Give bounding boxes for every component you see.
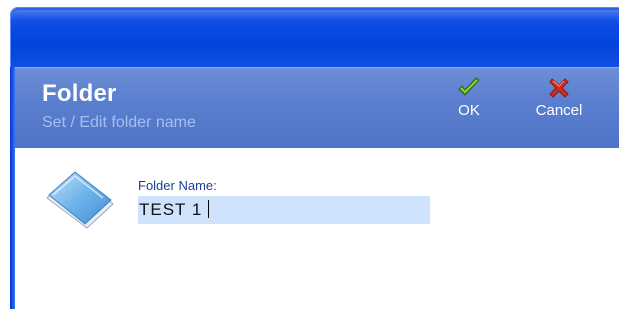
checkmark-icon [458,77,480,96]
dialog-content: Folder Name: TEST 1 [15,148,619,309]
dialog-title: Folder [42,80,117,107]
red-x-icon [549,78,569,98]
ok-button-label: OK [458,102,480,119]
folder-name-value: TEST 1 [139,200,203,219]
dialog-header: Folder Set / Edit folder name OK Cancel [15,67,619,149]
titlebar-highlight [10,10,619,20]
text-caret [208,200,210,218]
cancel-button-label: Cancel [535,102,583,119]
folder-icon [46,171,114,229]
dialog-subtitle: Set / Edit folder name [42,114,196,131]
window-titlebar[interactable] [10,7,619,67]
folder-name-label: Folder Name: [138,178,217,193]
folder-name-input[interactable]: TEST 1 [138,196,430,224]
cancel-button[interactable]: Cancel [524,76,594,140]
ok-button[interactable]: OK [451,76,487,140]
